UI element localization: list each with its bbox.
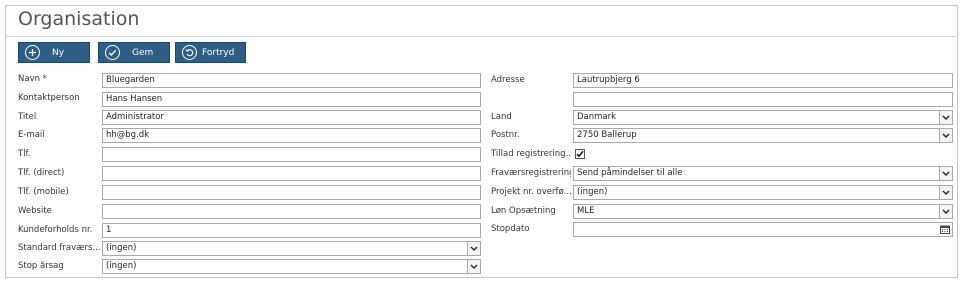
project-transfer-label: Projekt nr. overfø...: [491, 187, 571, 197]
organisation-panel: Organisation Ny Gem Fortryd Navn * Blueg…: [5, 5, 958, 278]
name-label: Navn *: [18, 74, 47, 84]
stop-reason-label: Stop årsag: [18, 261, 64, 271]
standard-absence-select[interactable]: (ingen): [102, 241, 481, 256]
allow-registration-checkbox[interactable]: [575, 149, 585, 159]
title-field[interactable]: Administrator: [102, 110, 481, 125]
address-label: Adresse: [491, 75, 525, 85]
country-value: Danmark: [577, 112, 617, 122]
postal-code-label: Postnr.: [491, 130, 520, 140]
check-circle-icon: [105, 45, 120, 60]
project-transfer-value: (ingen): [577, 187, 608, 197]
save-button-label: Gem: [132, 47, 154, 58]
phone-label: Tlf.: [18, 149, 31, 159]
project-transfer-select[interactable]: (ingen): [573, 185, 953, 200]
title-divider: [6, 36, 957, 37]
absence-registration-select[interactable]: Send påmindelser til alle: [573, 166, 953, 181]
page-title: Organisation: [18, 8, 140, 30]
plus-circle-icon: [25, 45, 40, 60]
stop-reason-select[interactable]: (ingen): [102, 259, 481, 274]
chevron-down-icon[interactable]: [939, 186, 952, 199]
website-field[interactable]: [102, 204, 481, 219]
payroll-setup-select[interactable]: MLE: [573, 204, 953, 219]
phone-field[interactable]: [102, 147, 481, 162]
contact-person-label: Kontaktperson: [18, 93, 80, 103]
absence-registration-label: Fraværsregistrering: [491, 168, 571, 178]
phone-mobile-field[interactable]: [102, 185, 481, 200]
customer-number-label: Kundeforholds nr.: [18, 225, 93, 235]
chevron-down-icon[interactable]: [939, 205, 952, 218]
email-label: E-mail: [18, 130, 45, 140]
country-label: Land: [491, 112, 512, 122]
allow-registration-label: Tillad registrering...: [491, 149, 571, 159]
absence-registration-value: Send påmindelser til alle: [577, 168, 683, 178]
chevron-down-icon[interactable]: [467, 260, 480, 273]
phone-direct-field[interactable]: [102, 166, 481, 181]
chevron-down-icon[interactable]: [939, 129, 952, 142]
standard-absence-label: Standard fraværs...: [18, 243, 100, 253]
save-button[interactable]: Gem: [98, 42, 170, 63]
undo-circle-icon: [182, 45, 197, 60]
stop-date-field[interactable]: [573, 222, 953, 237]
new-button-label: Ny: [52, 47, 65, 58]
address-line1-field[interactable]: Lautrupbjerg 6: [573, 73, 953, 88]
country-select[interactable]: Danmark: [573, 110, 953, 125]
undo-button-label: Fortryd: [202, 47, 235, 58]
postal-code-value: 2750 Ballerup: [577, 130, 637, 140]
checkmark-icon: [576, 150, 584, 158]
stop-reason-value: (ingen): [106, 261, 137, 271]
payroll-setup-value: MLE: [577, 206, 595, 216]
standard-absence-value: (ingen): [106, 243, 137, 253]
stop-date-label: Stopdato: [491, 224, 530, 234]
payroll-setup-label: Løn Opsætning: [491, 206, 556, 216]
title-label: Titel: [18, 112, 37, 122]
customer-number-field[interactable]: 1: [102, 223, 481, 238]
chevron-down-icon[interactable]: [467, 242, 480, 255]
chevron-down-icon[interactable]: [939, 111, 952, 124]
phone-direct-label: Tlf. (direct): [18, 168, 65, 178]
phone-mobile-label: Tlf. (mobile): [18, 187, 69, 197]
address-line2-field[interactable]: [573, 92, 953, 107]
calendar-icon[interactable]: [940, 225, 950, 234]
undo-button[interactable]: Fortryd: [175, 42, 246, 63]
name-field[interactable]: Bluegarden: [102, 73, 481, 88]
contact-person-field[interactable]: Hans Hansen: [102, 92, 481, 107]
email-field[interactable]: hh@bg.dk: [102, 128, 481, 143]
chevron-down-icon[interactable]: [939, 167, 952, 180]
website-label: Website: [18, 206, 52, 216]
new-button[interactable]: Ny: [18, 42, 90, 63]
postal-code-select[interactable]: 2750 Ballerup: [573, 128, 953, 143]
